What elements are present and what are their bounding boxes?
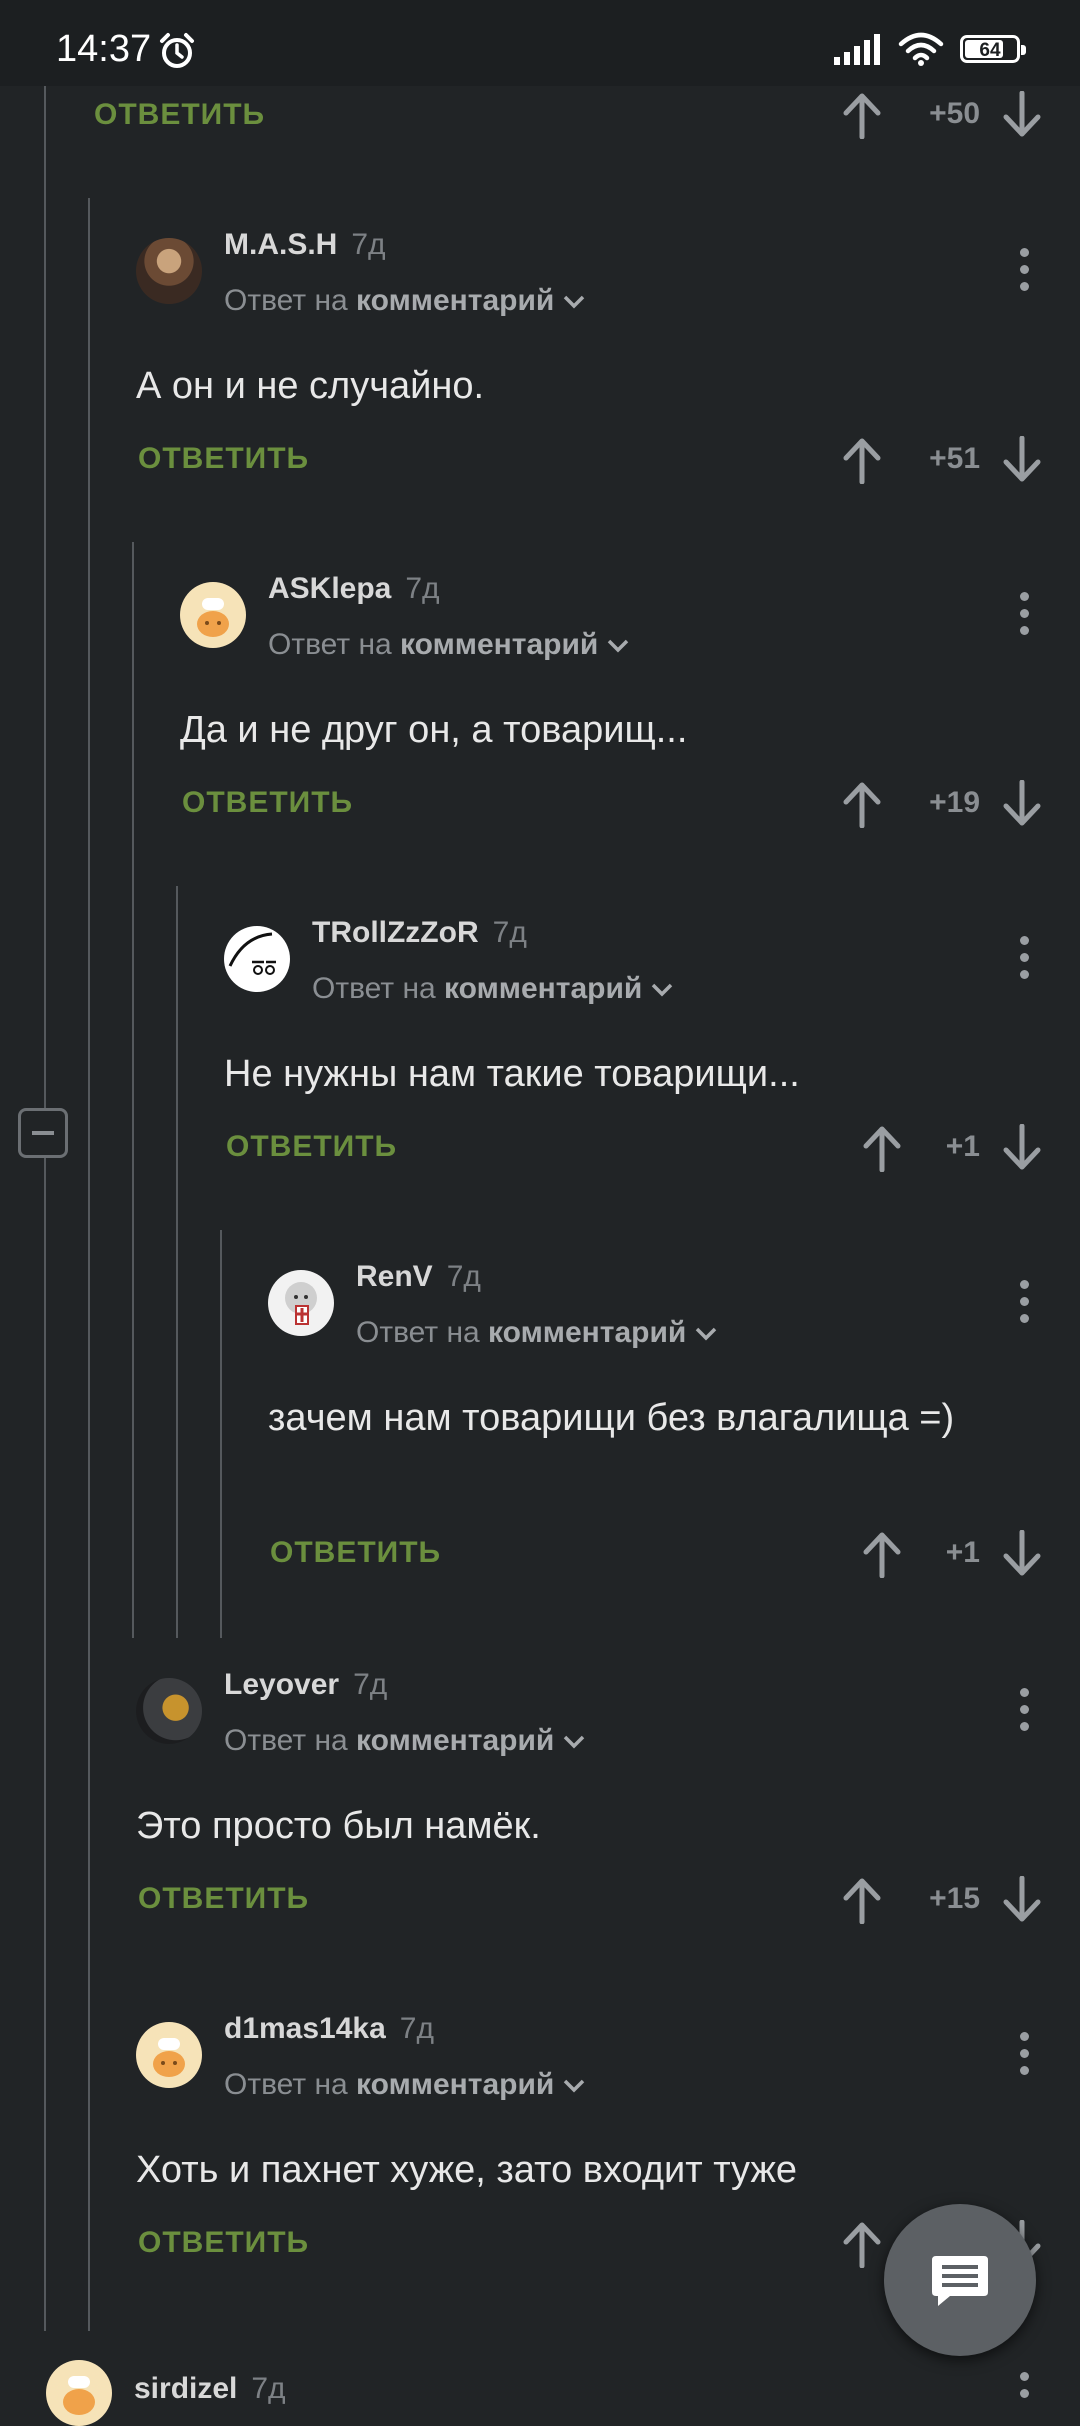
comment-text: Не нужны нам такие товарищи... bbox=[224, 1053, 800, 1095]
chevron-down-icon bbox=[696, 1327, 717, 1341]
reply-button[interactable]: ОТВЕТИТЬ bbox=[182, 786, 353, 820]
reply-to[interactable]: Ответ на комментарий bbox=[356, 1316, 718, 1350]
comment-text: Хоть и пахнет хуже, зато входит туже bbox=[136, 2149, 798, 2191]
vote-score: +15 bbox=[929, 1882, 980, 1915]
upvote-icon[interactable] bbox=[842, 2220, 882, 2268]
downvote-icon[interactable] bbox=[1002, 91, 1042, 139]
thread-line-3 bbox=[132, 542, 134, 1638]
more-options-icon[interactable] bbox=[1018, 2032, 1030, 2078]
reply-to[interactable]: Ответ на комментарий bbox=[268, 628, 630, 662]
alarm-icon bbox=[160, 33, 194, 68]
reply-button[interactable]: ОТВЕТИТЬ bbox=[270, 1536, 441, 1570]
author-name[interactable]: Leyover bbox=[224, 1668, 339, 1701]
comment-age: 7д bbox=[446, 1260, 481, 1293]
upvote-icon[interactable] bbox=[842, 1876, 882, 1924]
upvote-icon[interactable] bbox=[842, 780, 882, 828]
reply-to[interactable]: Ответ на комментарий bbox=[224, 1724, 586, 1758]
vote-controls: +1 bbox=[862, 1118, 1042, 1178]
reply-to[interactable]: Ответ на комментарий bbox=[224, 2068, 586, 2102]
chevron-down-icon bbox=[652, 983, 673, 997]
avatar[interactable] bbox=[136, 1678, 202, 1744]
upvote-icon[interactable] bbox=[842, 436, 882, 484]
chevron-down-icon bbox=[608, 639, 629, 653]
signal-icon bbox=[834, 34, 880, 65]
more-options-icon[interactable] bbox=[1018, 1280, 1030, 1326]
knight-avatar-icon bbox=[285, 1282, 317, 1325]
upvote-icon[interactable] bbox=[862, 1124, 902, 1172]
vote-controls: +15 bbox=[842, 1870, 1042, 1930]
collapse-thread-button[interactable] bbox=[18, 1108, 68, 1158]
comment-age: 7д bbox=[251, 2372, 286, 2405]
author-name[interactable]: TRollZzZoR bbox=[312, 916, 479, 949]
vote-controls: +1 bbox=[862, 1524, 1042, 1584]
avatar[interactable] bbox=[136, 2022, 202, 2088]
chevron-down-icon bbox=[564, 2079, 585, 2093]
downvote-icon[interactable] bbox=[1002, 780, 1042, 828]
reply-to[interactable]: Ответ на комментарий bbox=[312, 972, 674, 1006]
battery-icon: 64 bbox=[960, 35, 1026, 63]
comment-text: А он и не случайно. bbox=[136, 365, 485, 407]
chevron-down-icon bbox=[564, 295, 585, 309]
chat-icon bbox=[932, 2256, 988, 2306]
comment-text: Да и не друг он, а товарищ... bbox=[180, 709, 688, 751]
more-options-icon[interactable] bbox=[1018, 936, 1030, 982]
more-options-icon[interactable] bbox=[1018, 2372, 1030, 2400]
downvote-icon[interactable] bbox=[1002, 436, 1042, 484]
author-name[interactable]: RenV bbox=[356, 1260, 433, 1293]
vote-score: +1 bbox=[945, 1536, 980, 1569]
reply-to[interactable]: Ответ на комментарий bbox=[224, 284, 586, 318]
thread-line-1 bbox=[44, 86, 46, 2331]
default-avatar-icon bbox=[153, 2038, 185, 2077]
comment-age: 7д bbox=[492, 916, 527, 949]
author-name[interactable]: ASKlepa bbox=[268, 572, 391, 605]
thread-line-5 bbox=[220, 1230, 222, 1638]
reply-button[interactable]: ОТВЕТИТЬ bbox=[138, 2226, 309, 2260]
comment-age: 7д bbox=[351, 228, 386, 261]
battery-level: 64 bbox=[979, 40, 1001, 61]
default-avatar-icon bbox=[63, 2376, 95, 2415]
comment-age: 7д bbox=[353, 1668, 388, 1701]
vote-score: +50 bbox=[929, 97, 980, 130]
thread-line-2 bbox=[88, 198, 90, 2331]
reply-button[interactable]: ОТВЕТИТЬ bbox=[94, 98, 265, 132]
downvote-icon[interactable] bbox=[1002, 1124, 1042, 1172]
chevron-down-icon bbox=[564, 1735, 585, 1749]
status-bar: 14:37 64 bbox=[0, 0, 1080, 86]
author-name[interactable]: sirdizel bbox=[134, 2372, 237, 2405]
vote-controls: +50 bbox=[842, 85, 1042, 145]
vote-controls: +51 bbox=[842, 430, 1042, 490]
reply-button[interactable]: ОТВЕТИТЬ bbox=[138, 1882, 309, 1916]
status-time: 14:37 bbox=[56, 28, 152, 70]
comment-text: зачем нам товарищи без влагалища =) bbox=[268, 1397, 955, 1439]
upvote-icon[interactable] bbox=[862, 1530, 902, 1578]
avatar[interactable] bbox=[180, 582, 246, 648]
upvote-icon[interactable] bbox=[842, 91, 882, 139]
downvote-icon[interactable] bbox=[1002, 1530, 1042, 1578]
downvote-icon[interactable] bbox=[1002, 1876, 1042, 1924]
more-options-icon[interactable] bbox=[1018, 1688, 1030, 1734]
author-name[interactable]: M.A.S.H bbox=[224, 228, 337, 261]
more-options-icon[interactable] bbox=[1018, 248, 1030, 294]
comment-age: 7д bbox=[405, 572, 440, 605]
avatar[interactable] bbox=[224, 926, 290, 992]
vote-score: +19 bbox=[929, 786, 980, 819]
reply-button[interactable]: ОТВЕТИТЬ bbox=[138, 442, 309, 476]
troll-face-icon bbox=[228, 932, 276, 975]
avatar[interactable] bbox=[268, 1270, 334, 1336]
reply-button[interactable]: ОТВЕТИТЬ bbox=[226, 1130, 397, 1164]
vote-score: +1 bbox=[945, 1130, 980, 1163]
default-avatar-icon bbox=[197, 598, 229, 637]
wifi-icon bbox=[898, 32, 944, 66]
comment-age: 7д bbox=[399, 2012, 434, 2045]
comment-text: Это просто был намёк. bbox=[136, 1805, 541, 1847]
comments-fab-button[interactable] bbox=[884, 2204, 1036, 2356]
vote-controls: +19 bbox=[842, 774, 1042, 834]
vote-score: +51 bbox=[929, 442, 980, 475]
avatar[interactable] bbox=[136, 238, 202, 304]
thread-line-4 bbox=[176, 886, 178, 1638]
author-name[interactable]: d1mas14ka bbox=[224, 2012, 386, 2045]
avatar[interactable] bbox=[46, 2360, 112, 2426]
more-options-icon[interactable] bbox=[1018, 592, 1030, 638]
